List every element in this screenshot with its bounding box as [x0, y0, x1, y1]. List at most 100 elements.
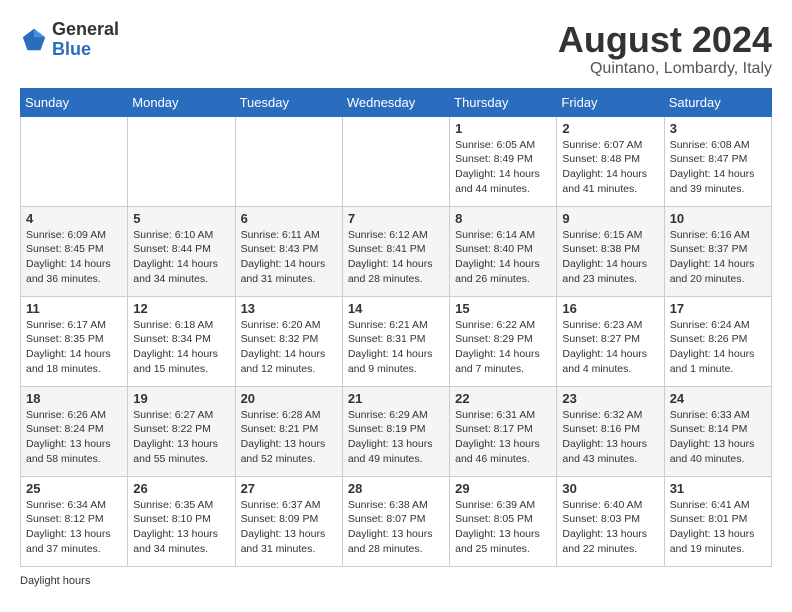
weekday-header-row: SundayMondayTuesdayWednesdayThursdayFrid…	[21, 88, 772, 116]
day-cell: 5Sunrise: 6:10 AM Sunset: 8:44 PM Daylig…	[128, 206, 235, 296]
day-number: 18	[26, 391, 122, 406]
day-cell: 19 Sunrise: 6:27 AM Sunset: 8:22 PM Dayli…	[128, 386, 235, 476]
day-info: Sunrise: 6:38 AM Sunset: 8:07 PM Dayligh…	[348, 498, 444, 557]
day-cell: 4Sunrise: 6:09 AM Sunset: 8:45 PM Daylig…	[21, 206, 128, 296]
weekday-header-tuesday: Tuesday	[235, 88, 342, 116]
day-info: Sunrise: 6:27 AM Sunset: 8:22 PM Dayligh…	[133, 408, 229, 467]
day-cell: 2 Sunrise: 6:07 AM Sunset: 8:48 PM Daylig…	[557, 116, 664, 206]
day-cell: 21Sunrise: 6:29 AM Sunset: 8:19 PM Dayli…	[342, 386, 449, 476]
day-number: 9	[562, 211, 658, 226]
day-cell: 10 Sunrise: 6:16 AM Sunset: 8:37 PM Dayli…	[664, 206, 771, 296]
day-number: 1	[455, 121, 551, 136]
day-cell	[342, 116, 449, 206]
day-cell: 25 Sunrise: 6:34 AM Sunset: 8:12 PM Dayli…	[21, 476, 128, 566]
day-cell	[21, 116, 128, 206]
day-cell: 23 Sunrise: 6:32 AM Sunset: 8:16 PM Dayli…	[557, 386, 664, 476]
day-number: 15	[455, 301, 551, 316]
day-number: 24	[670, 391, 766, 406]
day-info: Sunrise: 6:07 AM Sunset: 8:48 PM Dayligh…	[562, 138, 658, 197]
day-info: Sunrise: 6:32 AM Sunset: 8:16 PM Dayligh…	[562, 408, 658, 467]
day-number: 23	[562, 391, 658, 406]
day-info: Sunrise: 6:17 AM Sunset: 8:35 PM Dayligh…	[26, 318, 122, 377]
day-number: 20	[241, 391, 337, 406]
day-info: Sunrise: 6:21 AM Sunset: 8:31 PM Dayligh…	[348, 318, 444, 377]
day-info: Sunrise: 6:28 AM Sunset: 8:21 PM Dayligh…	[241, 408, 337, 467]
day-number: 10	[670, 211, 766, 226]
week-row-4: 18 Sunrise: 6:26 AM Sunset: 8:24 PM Dayli…	[21, 386, 772, 476]
logo: General Blue	[20, 20, 119, 60]
day-cell: 14Sunrise: 6:21 AM Sunset: 8:31 PM Dayli…	[342, 296, 449, 386]
day-number: 8	[455, 211, 551, 226]
weekday-header-wednesday: Wednesday	[342, 88, 449, 116]
day-info: Sunrise: 6:26 AM Sunset: 8:24 PM Dayligh…	[26, 408, 122, 467]
day-info: Sunrise: 6:23 AM Sunset: 8:27 PM Dayligh…	[562, 318, 658, 377]
day-info: Sunrise: 6:15 AM Sunset: 8:38 PM Dayligh…	[562, 228, 658, 287]
day-info: Sunrise: 6:08 AM Sunset: 8:47 PM Dayligh…	[670, 138, 766, 197]
day-info: Sunrise: 6:29 AM Sunset: 8:19 PM Dayligh…	[348, 408, 444, 467]
day-cell: 12 Sunrise: 6:18 AM Sunset: 8:34 PM Dayli…	[128, 296, 235, 386]
weekday-header-sunday: Sunday	[21, 88, 128, 116]
day-number: 7	[348, 211, 444, 226]
day-cell: 9 Sunrise: 6:15 AM Sunset: 8:38 PM Daylig…	[557, 206, 664, 296]
day-cell	[128, 116, 235, 206]
day-cell: 27Sunrise: 6:37 AM Sunset: 8:09 PM Dayli…	[235, 476, 342, 566]
day-info: Sunrise: 6:05 AM Sunset: 8:49 PM Dayligh…	[455, 138, 551, 197]
day-info: Sunrise: 6:22 AM Sunset: 8:29 PM Dayligh…	[455, 318, 551, 377]
day-info: Sunrise: 6:24 AM Sunset: 8:26 PM Dayligh…	[670, 318, 766, 377]
day-cell: 7 Sunrise: 6:12 AM Sunset: 8:41 PM Daylig…	[342, 206, 449, 296]
day-cell: 26 Sunrise: 6:35 AM Sunset: 8:10 PM Dayli…	[128, 476, 235, 566]
day-info: Sunrise: 6:40 AM Sunset: 8:03 PM Dayligh…	[562, 498, 658, 557]
day-cell: 20 Sunrise: 6:28 AM Sunset: 8:21 PM Dayli…	[235, 386, 342, 476]
day-cell: 1 Sunrise: 6:05 AM Sunset: 8:49 PM Daylig…	[450, 116, 557, 206]
weekday-header-saturday: Saturday	[664, 88, 771, 116]
day-number: 22	[455, 391, 551, 406]
day-info: Sunrise: 6:20 AM Sunset: 8:32 PM Dayligh…	[241, 318, 337, 377]
day-number: 11	[26, 301, 122, 316]
day-number: 12	[133, 301, 229, 316]
day-number: 30	[562, 481, 658, 496]
day-cell: 16 Sunrise: 6:23 AM Sunset: 8:27 PM Dayli…	[557, 296, 664, 386]
day-number: 28	[348, 481, 444, 496]
day-info: Sunrise: 6:34 AM Sunset: 8:12 PM Dayligh…	[26, 498, 122, 557]
day-cell: 13 Sunrise: 6:20 AM Sunset: 8:32 PM Dayli…	[235, 296, 342, 386]
day-info: Sunrise: 6:33 AM Sunset: 8:14 PM Dayligh…	[670, 408, 766, 467]
day-cell: 18 Sunrise: 6:26 AM Sunset: 8:24 PM Dayli…	[21, 386, 128, 476]
day-cell: 30 Sunrise: 6:40 AM Sunset: 8:03 PM Dayli…	[557, 476, 664, 566]
day-info: Sunrise: 6:14 AM Sunset: 8:40 PM Dayligh…	[455, 228, 551, 287]
day-number: 13	[241, 301, 337, 316]
weekday-header-friday: Friday	[557, 88, 664, 116]
logo-icon	[20, 26, 48, 54]
day-info: Sunrise: 6:16 AM Sunset: 8:37 PM Dayligh…	[670, 228, 766, 287]
day-cell: 29Sunrise: 6:39 AM Sunset: 8:05 PM Dayli…	[450, 476, 557, 566]
day-info: Sunrise: 6:39 AM Sunset: 8:05 PM Dayligh…	[455, 498, 551, 557]
day-cell: 11 Sunrise: 6:17 AM Sunset: 8:35 PM Dayli…	[21, 296, 128, 386]
day-number: 31	[670, 481, 766, 496]
day-cell	[235, 116, 342, 206]
day-number: 16	[562, 301, 658, 316]
calendar-table: SundayMondayTuesdayWednesdayThursdayFrid…	[20, 88, 772, 567]
day-number: 2	[562, 121, 658, 136]
day-number: 4	[26, 211, 122, 226]
day-cell: 24 Sunrise: 6:33 AM Sunset: 8:14 PM Dayli…	[664, 386, 771, 476]
title-block: August 2024 Quintano, Lombardy, Italy	[558, 20, 772, 78]
weekday-header-thursday: Thursday	[450, 88, 557, 116]
day-cell: 28 Sunrise: 6:38 AM Sunset: 8:07 PM Dayli…	[342, 476, 449, 566]
day-cell: 31 Sunrise: 6:41 AM Sunset: 8:01 PM Dayli…	[664, 476, 771, 566]
location-subtitle: Quintano, Lombardy, Italy	[558, 60, 772, 78]
day-number: 19	[133, 391, 229, 406]
day-info: Sunrise: 6:41 AM Sunset: 8:01 PM Dayligh…	[670, 498, 766, 557]
page-header: General Blue August 2024 Quintano, Lomba…	[20, 20, 772, 78]
weekday-header-monday: Monday	[128, 88, 235, 116]
logo-blue: Blue	[52, 39, 91, 59]
day-info: Sunrise: 6:10 AM Sunset: 8:44 PM Dayligh…	[133, 228, 229, 287]
day-info: Sunrise: 6:12 AM Sunset: 8:41 PM Dayligh…	[348, 228, 444, 287]
day-cell: 15 Sunrise: 6:22 AM Sunset: 8:29 PM Dayli…	[450, 296, 557, 386]
daylight-note: Daylight hours	[20, 575, 772, 587]
day-number: 27	[241, 481, 337, 496]
day-cell: 8 Sunrise: 6:14 AM Sunset: 8:40 PM Daylig…	[450, 206, 557, 296]
day-info: Sunrise: 6:35 AM Sunset: 8:10 PM Dayligh…	[133, 498, 229, 557]
day-info: Sunrise: 6:31 AM Sunset: 8:17 PM Dayligh…	[455, 408, 551, 467]
day-number: 26	[133, 481, 229, 496]
day-number: 25	[26, 481, 122, 496]
day-info: Sunrise: 6:18 AM Sunset: 8:34 PM Dayligh…	[133, 318, 229, 377]
